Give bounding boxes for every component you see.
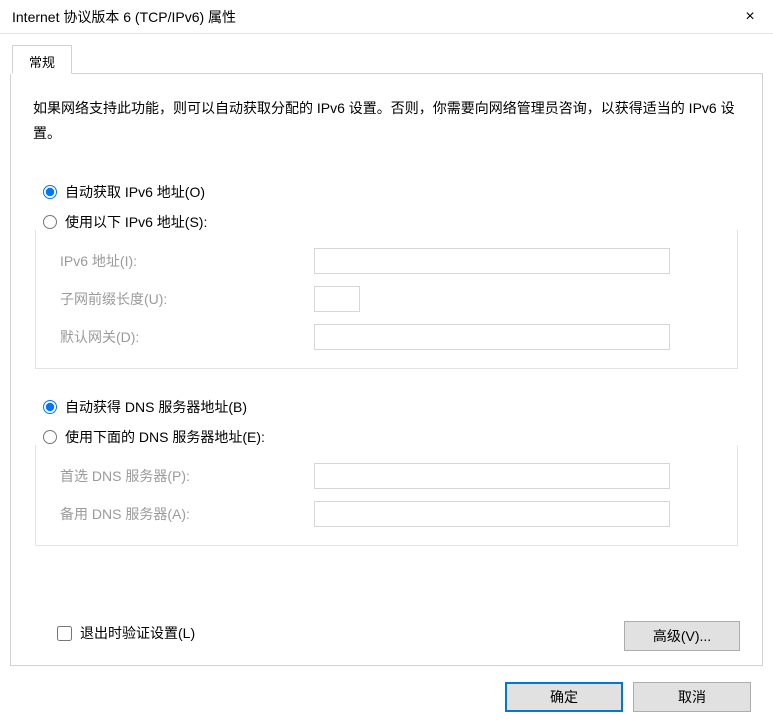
radio-manual-ipv6[interactable] xyxy=(43,215,57,229)
prefix-input[interactable] xyxy=(314,286,360,312)
radio-auto-dns-label: 自动获得 DNS 服务器地址(B) xyxy=(65,397,247,417)
tab-pane: 如果网络支持此功能，则可以自动获取分配的 IPv6 设置。否则，你需要向网络管理… xyxy=(10,74,763,666)
cancel-button[interactable]: 取消 xyxy=(633,682,751,712)
gateway-input[interactable] xyxy=(314,324,670,350)
validate-checkbox[interactable] xyxy=(57,626,72,641)
dns-group: 首选 DNS 服务器(P): 备用 DNS 服务器(A): xyxy=(35,445,738,546)
ipv6-group: IPv6 地址(I): 子网前缀长度(U): 默认网关(D): xyxy=(35,230,738,369)
titlebar: Internet 协议版本 6 (TCP/IPv6) 属性 × xyxy=(0,0,773,34)
radio-auto-ipv6-row[interactable]: 自动获取 IPv6 地址(O) xyxy=(43,182,740,202)
info-text: 如果网络支持此功能，则可以自动获取分配的 IPv6 设置。否则，你需要向网络管理… xyxy=(33,96,740,146)
alternate-dns-row: 备用 DNS 服务器(A): xyxy=(36,495,737,533)
dialog-footer: 确定 取消 xyxy=(10,666,763,712)
radio-auto-dns[interactable] xyxy=(43,400,57,414)
alternate-dns-label: 备用 DNS 服务器(A): xyxy=(60,504,314,524)
preferred-dns-label: 首选 DNS 服务器(P): xyxy=(60,466,314,486)
prefix-row: 子网前缀长度(U): xyxy=(36,280,737,318)
tab-general[interactable]: 常规 xyxy=(12,45,72,74)
radio-auto-ipv6-label: 自动获取 IPv6 地址(O) xyxy=(65,182,205,202)
ipv6-address-label: IPv6 地址(I): xyxy=(60,251,314,271)
content: 常规 如果网络支持此功能，则可以自动获取分配的 IPv6 设置。否则，你需要向网… xyxy=(0,34,773,712)
window-title: Internet 协议版本 6 (TCP/IPv6) 属性 xyxy=(12,7,236,27)
preferred-dns-input[interactable] xyxy=(314,463,670,489)
gateway-row: 默认网关(D): xyxy=(36,318,737,356)
ok-button[interactable]: 确定 xyxy=(505,682,623,712)
ipv6-address-input[interactable] xyxy=(314,248,670,274)
radio-manual-dns-label: 使用下面的 DNS 服务器地址(E): xyxy=(65,427,265,447)
validate-checkbox-row[interactable]: 退出时验证设置(L) xyxy=(57,623,195,643)
validate-checkbox-label: 退出时验证设置(L) xyxy=(80,623,195,643)
radio-manual-ipv6-label: 使用以下 IPv6 地址(S): xyxy=(65,212,207,232)
prefix-label: 子网前缀长度(U): xyxy=(60,289,314,309)
radio-auto-ipv6[interactable] xyxy=(43,185,57,199)
tab-bar: 常规 xyxy=(12,44,763,74)
radio-manual-dns-row[interactable]: 使用下面的 DNS 服务器地址(E): xyxy=(43,427,740,447)
ipv6-address-row: IPv6 地址(I): xyxy=(36,242,737,280)
radio-manual-ipv6-row[interactable]: 使用以下 IPv6 地址(S): xyxy=(43,212,740,232)
radio-auto-dns-row[interactable]: 自动获得 DNS 服务器地址(B) xyxy=(43,397,740,417)
radio-manual-dns[interactable] xyxy=(43,430,57,444)
alternate-dns-input[interactable] xyxy=(314,501,670,527)
gateway-label: 默认网关(D): xyxy=(60,327,314,347)
close-icon[interactable]: × xyxy=(727,0,773,34)
preferred-dns-row: 首选 DNS 服务器(P): xyxy=(36,457,737,495)
advanced-button[interactable]: 高级(V)... xyxy=(624,621,740,651)
